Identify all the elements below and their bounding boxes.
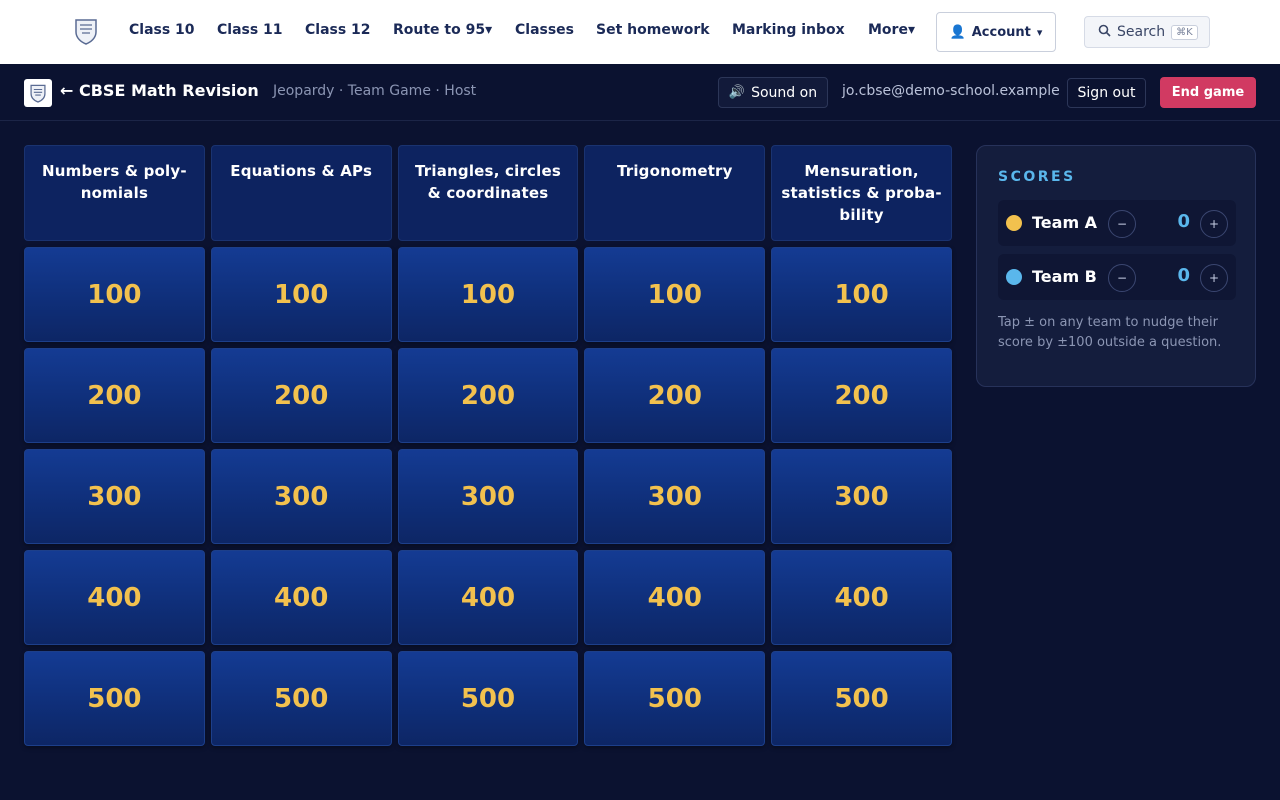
game-mode-label: Jeopardy · Team Game · Host [273, 83, 477, 99]
increase-score-button[interactable]: + [1200, 264, 1228, 292]
search-icon [1098, 24, 1111, 41]
question-tile[interactable]: 200 [24, 348, 205, 443]
question-tile[interactable]: 500 [210, 651, 392, 746]
team-row: Team A − 0 + [998, 200, 1236, 246]
question-tile[interactable]: 100 [24, 247, 205, 342]
category-header: Mensuration, statistics & proba-bility [771, 145, 952, 241]
top-nav: Class 10 Class 11 Class 12 Route to 95▾ Clas… [0, 0, 1280, 64]
nav-link-7[interactable]: Marking inbox [732, 22, 845, 38]
question-tile[interactable]: 100 [210, 247, 392, 342]
end-game-button[interactable]: End game [1160, 77, 1256, 108]
person-icon: 👤 [949, 24, 966, 40]
scores-hint: Tap ± on any team to nudge their score b… [998, 315, 1222, 350]
search-shortcut-badge: ⌘K [1171, 24, 1198, 40]
question-tile[interactable]: 500 [24, 651, 205, 746]
question-tile[interactable]: 400 [210, 550, 392, 645]
nav-link-2[interactable]: Class 11 [217, 22, 283, 38]
team-score: 0 [1177, 211, 1190, 232]
sound-label: Sound on [751, 84, 818, 101]
question-tile[interactable]: 100 [397, 247, 579, 342]
question-tile[interactable]: 200 [397, 348, 579, 443]
category-header: Equations & APs [210, 145, 392, 241]
question-tile[interactable]: 200 [771, 348, 952, 443]
scores-title: SCORES [998, 169, 1076, 185]
question-tile[interactable]: 500 [584, 651, 766, 746]
decrease-score-button[interactable]: − [1108, 264, 1136, 292]
search-label: Search [1117, 24, 1166, 40]
nav-link-5[interactable]: Classes [515, 22, 574, 38]
jeopardy-board: Numbers & poly-nomials Equations & APs Tri… [24, 145, 952, 746]
team-color-dot [1006, 215, 1022, 231]
team-score: 0 [1177, 265, 1190, 286]
question-tile[interactable]: 300 [771, 449, 952, 544]
search-button[interactable]: Search ⌘K [1084, 16, 1210, 48]
sign-out-button[interactable]: Sign out [1067, 78, 1146, 108]
question-tile[interactable]: 400 [584, 550, 766, 645]
category-header: Trigonometry [584, 145, 766, 241]
team-name: Team A [1032, 213, 1098, 232]
user-email: jo.cbse@demo-school.example [842, 83, 1060, 99]
scores-panel: SCORES Team A −0 + Team B −0 + Tap ± on any t… [976, 145, 1256, 387]
school-crest-logo [24, 79, 52, 107]
nav-link-4[interactable]: Route to 95▾ [393, 22, 492, 38]
sound-toggle-button[interactable]: 🔊 Sound on [718, 77, 828, 108]
question-tile[interactable]: 100 [771, 247, 952, 342]
question-tile[interactable]: 200 [210, 348, 392, 443]
nav-link-6[interactable]: Set homework [596, 22, 710, 38]
question-tile[interactable]: 100 [584, 247, 766, 342]
nav-link-1[interactable]: Class 10 [129, 22, 195, 38]
question-tile[interactable]: 400 [397, 550, 579, 645]
category-header: Numbers & poly-nomials [24, 145, 205, 241]
question-tile[interactable]: 300 [24, 449, 205, 544]
nav-link-3[interactable]: Class 12 [305, 22, 371, 38]
chevron-down-icon: ▾ [1036, 25, 1043, 39]
nav-link-8[interactable]: More▾ [868, 22, 915, 38]
question-tile[interactable]: 300 [397, 449, 579, 544]
school-crest-logo[interactable] [73, 17, 99, 45]
speaker-icon: 🔊 [728, 85, 746, 100]
team-name: Team B [1032, 267, 1097, 286]
category-header: Triangles, circles & coordinates [397, 145, 579, 241]
question-tile[interactable]: 500 [771, 651, 952, 746]
team-row: Team B − 0 + [998, 254, 1236, 300]
back-to-deck-link[interactable]: ← CBSE Math Revision [60, 81, 259, 100]
decrease-score-button[interactable]: − [1108, 210, 1136, 238]
game-header: ← CBSE Math Revision Jeopardy · Team Gam… [0, 64, 1280, 121]
account-button[interactable]: 👤 Account ▾ [936, 12, 1056, 52]
question-tile[interactable]: 200 [584, 348, 766, 443]
question-tile[interactable]: 300 [584, 449, 766, 544]
question-tile[interactable]: 500 [397, 651, 579, 746]
account-label: Account [971, 24, 1031, 40]
increase-score-button[interactable]: + [1200, 210, 1228, 238]
team-color-dot [1006, 269, 1022, 285]
question-tile[interactable]: 400 [24, 550, 205, 645]
question-tile[interactable]: 400 [771, 550, 952, 645]
question-tile[interactable]: 300 [210, 449, 392, 544]
